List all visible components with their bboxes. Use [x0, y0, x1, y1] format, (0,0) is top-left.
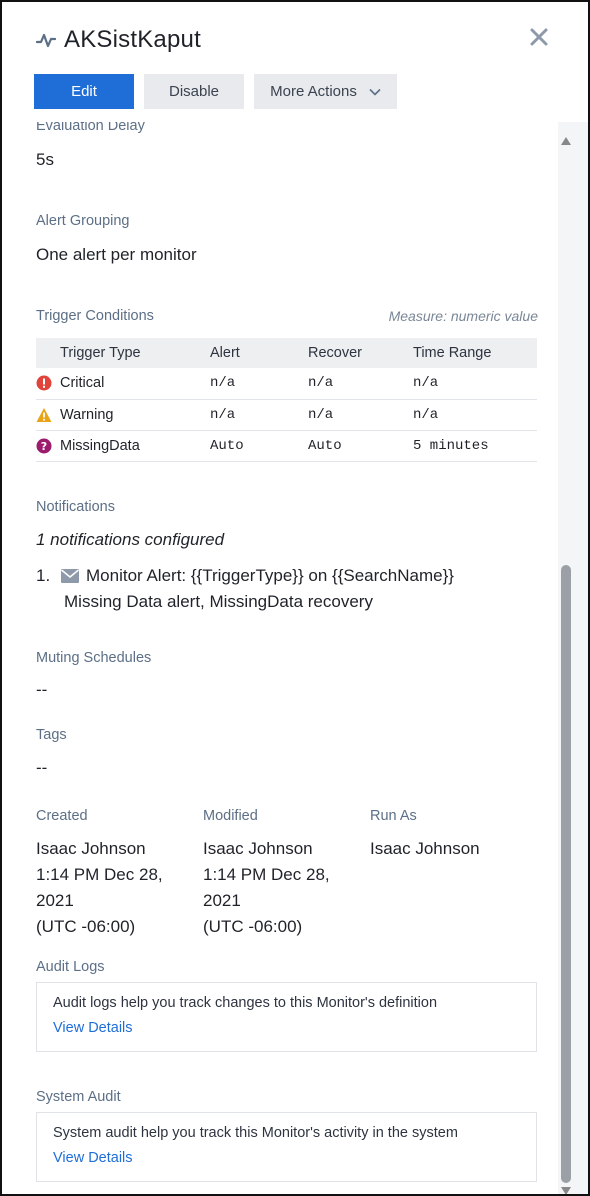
run-as-label: Run As	[370, 808, 417, 824]
run-as-column: Run As Isaac Johnson	[370, 808, 530, 862]
mail-icon	[61, 569, 79, 583]
trigger-type-cell: Critical	[60, 375, 105, 392]
alert-cell: n/a	[210, 368, 308, 400]
created-timezone: (UTC -06:00)	[36, 917, 136, 936]
more-actions-button[interactable]: More Actions	[254, 74, 397, 109]
modified-time: 1:14 PM Dec 28,	[203, 865, 330, 884]
created-by: Isaac Johnson	[36, 839, 146, 858]
created-column: Created Isaac Johnson 1:14 PM Dec 28, 20…	[36, 808, 196, 940]
system-audit-text: System audit help you track this Monitor…	[53, 1125, 458, 1141]
header-recover: Recover	[308, 338, 413, 368]
notification-subtitle: Missing Data alert, MissingData recovery	[64, 592, 373, 611]
modified-label: Modified	[203, 808, 258, 824]
tags-label: Tags	[36, 727, 67, 743]
scroll-down-arrow-icon[interactable]	[560, 1186, 572, 1196]
modified-year: 2021	[203, 891, 241, 910]
monitor-details-panel: Evaluation Delay 5s Alert Grouping One a…	[0, 0, 590, 1196]
recover-cell: n/a	[308, 368, 413, 400]
alert-cell: n/a	[210, 399, 308, 431]
table-header-row: Trigger Type Alert Recover Time Range	[36, 338, 537, 368]
recover-cell: Auto	[308, 430, 413, 462]
table-row: ? MissingData Auto Auto 5 minutes	[36, 430, 537, 462]
table-row: Warning n/a n/a n/a	[36, 399, 537, 431]
created-time: 1:14 PM Dec 28,	[36, 865, 163, 884]
audit-logs-view-details-link[interactable]: View Details	[53, 1020, 133, 1036]
scrollbar-thumb[interactable]	[561, 565, 571, 1183]
header-time-range: Time Range	[413, 338, 537, 368]
alert-grouping-value: One alert per monitor	[36, 245, 197, 264]
trigger-type-cell: MissingData	[60, 437, 140, 454]
notifications-label: Notifications	[36, 499, 115, 515]
header-alert: Alert	[210, 338, 308, 368]
missing-data-icon: ?	[36, 438, 52, 453]
audit-logs-text: Audit logs help you track changes to thi…	[53, 995, 438, 1011]
recover-cell: n/a	[308, 399, 413, 431]
system-audit-label: System Audit	[36, 1089, 121, 1105]
modified-timezone: (UTC -06:00)	[203, 917, 303, 936]
muting-schedules-value: --	[36, 680, 48, 699]
time-range-cell: 5 minutes	[413, 430, 537, 462]
run-as-user: Isaac Johnson	[370, 839, 480, 858]
warning-icon	[36, 407, 52, 422]
svg-text:?: ?	[41, 440, 47, 453]
tags-value: --	[36, 758, 48, 777]
notification-number: 1.	[36, 566, 51, 585]
system-audit-box: System audit help you track this Monitor…	[36, 1112, 537, 1182]
trigger-conditions-table: Trigger Type Alert Recover Time Range Cr…	[36, 338, 537, 462]
trigger-conditions-label: Trigger Conditions	[36, 308, 154, 324]
chevron-down-icon	[369, 88, 381, 96]
close-icon[interactable]	[528, 26, 550, 48]
muting-schedules-label: Muting Schedules	[36, 650, 152, 666]
trigger-type-cell: Warning	[60, 406, 114, 423]
details-content: Evaluation Delay 5s Alert Grouping One a…	[2, 2, 558, 1194]
window-edge	[574, 2, 588, 1194]
measure-label: Measure: numeric value	[388, 308, 538, 324]
monitor-title: AKSistKaput	[64, 26, 201, 53]
alert-cell: Auto	[210, 430, 308, 462]
audit-logs-box: Audit logs help you track changes to thi…	[36, 982, 537, 1052]
modified-column: Modified Isaac Johnson 1:14 PM Dec 28, 2…	[203, 808, 363, 940]
evaluation-delay-value: 5s	[36, 150, 54, 169]
modified-by: Isaac Johnson	[203, 839, 313, 858]
created-label: Created	[36, 808, 88, 824]
more-actions-label: More Actions	[270, 83, 357, 100]
header-trigger-type: Trigger Type	[36, 338, 210, 368]
audit-logs-label: Audit Logs	[36, 959, 105, 975]
system-audit-view-details-link[interactable]: View Details	[53, 1150, 133, 1166]
title-row: AKSistKaput	[36, 26, 201, 54]
created-year: 2021	[36, 891, 74, 910]
edit-button[interactable]: Edit	[34, 74, 134, 109]
alert-grouping-label: Alert Grouping	[36, 213, 130, 229]
scroll-up-arrow-icon[interactable]	[560, 136, 572, 146]
time-range-cell: n/a	[413, 399, 537, 431]
action-buttons: Edit Disable More Actions	[34, 74, 397, 109]
time-range-cell: n/a	[413, 368, 537, 400]
pulse-icon	[36, 33, 56, 48]
notification-title: Monitor Alert: {{TriggerType}} on {{Sear…	[86, 566, 454, 585]
disable-button[interactable]: Disable	[144, 74, 244, 109]
table-row: Critical n/a n/a n/a	[36, 368, 537, 400]
critical-icon	[36, 375, 52, 391]
notifications-count: 1 notifications configured	[36, 530, 225, 549]
panel-header: AKSistKaput Edit Disable More Actions	[2, 2, 588, 122]
